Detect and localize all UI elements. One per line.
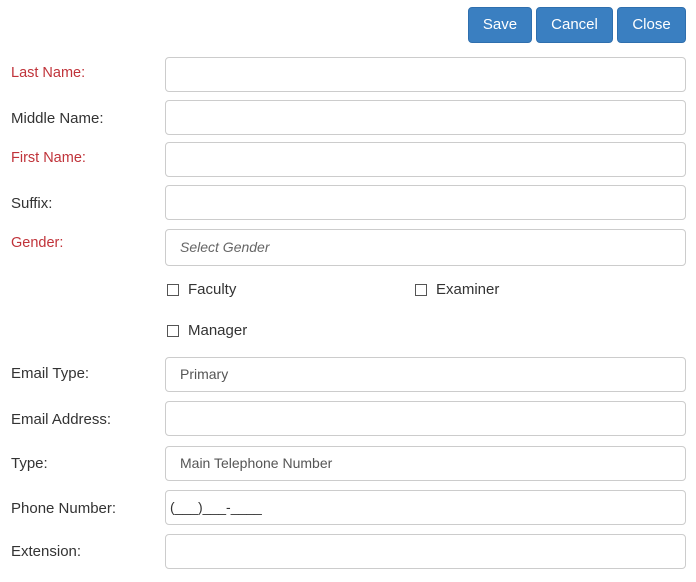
gender-select[interactable]: Select Gender — [165, 229, 686, 266]
manager-label: Manager — [188, 322, 248, 339]
suffix-field[interactable] — [165, 185, 686, 220]
faculty-label: Faculty — [188, 281, 237, 298]
examiner-label: Examiner — [436, 281, 500, 298]
email-type-label: Email Type: — [11, 365, 90, 382]
manager-checkbox-row[interactable]: Manager — [167, 322, 247, 339]
last-name-field[interactable] — [165, 57, 686, 92]
email-type-select[interactable]: Primary — [165, 357, 686, 392]
email-address-label: Email Address: — [11, 411, 112, 428]
last-name-label: Last Name: — [11, 65, 86, 81]
phone-number-label: Phone Number: — [11, 500, 117, 517]
first-name-label: First Name: — [11, 150, 86, 166]
middle-name-field[interactable] — [165, 100, 686, 135]
examiner-checkbox-row[interactable]: Examiner — [415, 281, 499, 298]
email-address-field[interactable] — [165, 401, 686, 436]
examiner-checkbox[interactable] — [415, 283, 427, 296]
faculty-checkbox[interactable] — [167, 283, 179, 296]
middle-name-label: Middle Name: — [11, 110, 104, 127]
phone-type-select[interactable]: Main Telephone Number — [165, 446, 686, 481]
first-name-field[interactable] — [165, 142, 686, 177]
save-button[interactable]: Save — [468, 7, 532, 43]
gender-label: Gender: — [11, 235, 64, 251]
phone-number-field[interactable]: (___)___-____ — [165, 490, 686, 525]
extension-field[interactable] — [165, 534, 686, 569]
close-button[interactable]: Close — [617, 7, 686, 43]
extension-label: Extension: — [11, 543, 82, 560]
faculty-checkbox-row[interactable]: Faculty — [167, 281, 236, 298]
manager-checkbox[interactable] — [167, 324, 179, 337]
suffix-label: Suffix: — [11, 195, 53, 212]
form-toolbar: Save Cancel Close — [468, 7, 686, 43]
cancel-button[interactable]: Cancel — [536, 7, 613, 43]
phone-type-label: Type: — [11, 455, 48, 472]
